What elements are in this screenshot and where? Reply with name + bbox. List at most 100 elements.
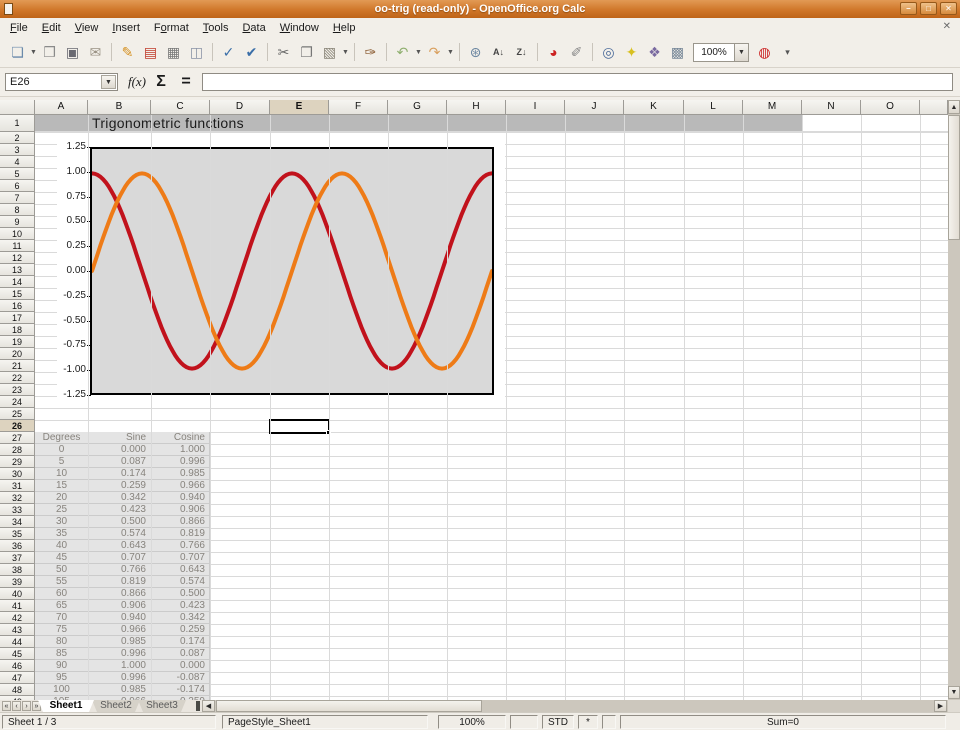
sum-button[interactable]: Σ xyxy=(151,72,171,92)
insert-mode[interactable] xyxy=(510,715,538,729)
menu-help[interactable]: Help xyxy=(326,20,363,36)
row-header-28[interactable]: 28 xyxy=(0,444,35,456)
row-header-3[interactable]: 3 xyxy=(0,144,35,156)
row-header-22[interactable]: 22 xyxy=(0,372,35,384)
row-header-19[interactable]: 19 xyxy=(0,336,35,348)
row-header-43[interactable]: 43 xyxy=(0,624,35,636)
show-draw-functions-icon[interactable]: ✐ xyxy=(565,41,588,64)
chart-object[interactable]: 1.251.000.750.500.250.00-0.25-0.50-0.75-… xyxy=(57,141,505,403)
column-header-G[interactable]: G xyxy=(388,100,447,115)
row-header-23[interactable]: 23 xyxy=(0,384,35,396)
equals-button[interactable]: = xyxy=(176,72,196,92)
menu-file[interactable]: File xyxy=(3,20,35,36)
row-header-9[interactable]: 9 xyxy=(0,216,35,228)
minimize-button[interactable]: – xyxy=(900,2,917,15)
zoom-indicator[interactable]: 100% xyxy=(438,715,506,729)
row-header-7[interactable]: 7 xyxy=(0,192,35,204)
email-document-icon[interactable]: ✉ xyxy=(84,41,107,64)
format-paintbrush-icon[interactable]: ✑ xyxy=(359,41,382,64)
row-header-39[interactable]: 39 xyxy=(0,576,35,588)
menu-tools[interactable]: Tools xyxy=(196,20,236,36)
row-header-26[interactable]: 26 xyxy=(0,420,35,432)
row-header-17[interactable]: 17 xyxy=(0,312,35,324)
column-header-K[interactable]: K xyxy=(624,100,684,115)
previous-sheet-icon[interactable]: ‹ xyxy=(12,701,21,711)
find-replace-icon[interactable]: ◎ xyxy=(597,41,620,64)
paste-dropdown-icon[interactable]: ▼ xyxy=(341,41,350,64)
scroll-down-icon[interactable]: ▼ xyxy=(948,686,960,699)
horizontal-scrollbar[interactable]: ◀ ▶ xyxy=(202,700,948,712)
row-header-48[interactable]: 48 xyxy=(0,684,35,696)
menu-edit[interactable]: Edit xyxy=(35,20,68,36)
sum-indicator[interactable]: Sum=0 xyxy=(620,715,946,729)
column-header-I[interactable]: I xyxy=(506,100,565,115)
data-table[interactable]: DegreesSineCosine00.0001.00050.0870.9961… xyxy=(35,432,210,700)
row-header-31[interactable]: 31 xyxy=(0,480,35,492)
row-header-13[interactable]: 13 xyxy=(0,264,35,276)
column-header-partial[interactable] xyxy=(920,100,948,115)
row-header-21[interactable]: 21 xyxy=(0,360,35,372)
toolbar-overflow-icon[interactable]: ▾ xyxy=(776,41,799,64)
new-document-dropdown-icon[interactable]: ▼ xyxy=(29,41,38,64)
column-header-E[interactable]: E xyxy=(270,100,329,115)
data-sources-icon[interactable]: ▩ xyxy=(666,41,689,64)
row-header-15[interactable]: 15 xyxy=(0,288,35,300)
column-header-J[interactable]: J xyxy=(565,100,624,115)
edit-file-icon[interactable]: ✎ xyxy=(116,41,139,64)
export-pdf-icon[interactable]: ▤ xyxy=(139,41,162,64)
vertical-scrollbar[interactable]: ▲ ▼ xyxy=(948,100,960,712)
sort-ascending-icon[interactable]: A↓ xyxy=(487,41,510,64)
row-header-1[interactable]: 1 xyxy=(0,115,35,132)
row-header-36[interactable]: 36 xyxy=(0,540,35,552)
zoom-select[interactable]: 100%▼ xyxy=(693,43,749,62)
tab-sheet3[interactable]: Sheet3 xyxy=(138,700,186,712)
row-header-42[interactable]: 42 xyxy=(0,612,35,624)
row-header-38[interactable]: 38 xyxy=(0,564,35,576)
row-header-32[interactable]: 32 xyxy=(0,492,35,504)
menu-window[interactable]: Window xyxy=(273,20,326,36)
row-header-8[interactable]: 8 xyxy=(0,204,35,216)
horizontal-split-handle[interactable] xyxy=(196,701,200,711)
maximize-button[interactable]: □ xyxy=(920,2,937,15)
column-header-A[interactable]: A xyxy=(35,100,88,115)
spellcheck-icon[interactable]: ✓ xyxy=(217,41,240,64)
page-preview-icon[interactable]: ◫ xyxy=(185,41,208,64)
row-header-41[interactable]: 41 xyxy=(0,600,35,612)
row-header-29[interactable]: 29 xyxy=(0,456,35,468)
row-header-5[interactable]: 5 xyxy=(0,168,35,180)
sort-descending-icon[interactable]: Z↓ xyxy=(510,41,533,64)
select-all-corner[interactable] xyxy=(0,100,35,115)
navigator-icon[interactable]: ✦ xyxy=(620,41,643,64)
scroll-up-icon[interactable]: ▲ xyxy=(948,100,960,114)
column-header-O[interactable]: O xyxy=(861,100,920,115)
cell-cursor[interactable] xyxy=(269,419,330,434)
copy-icon[interactable]: ❐ xyxy=(295,41,318,64)
selection-mode[interactable]: STD xyxy=(542,715,574,729)
help-icon[interactable]: ◍ xyxy=(753,41,776,64)
close-button[interactable]: ✕ xyxy=(940,2,957,15)
column-header-F[interactable]: F xyxy=(329,100,388,115)
row-header-24[interactable]: 24 xyxy=(0,396,35,408)
function-wizard-button[interactable]: f(x) xyxy=(127,72,147,92)
insert-chart-icon[interactable]: ◕ xyxy=(542,41,565,64)
menu-view[interactable]: View xyxy=(68,20,106,36)
menu-format[interactable]: Format xyxy=(147,20,196,36)
column-header-D[interactable]: D xyxy=(210,100,270,115)
menu-data[interactable]: Data xyxy=(235,20,272,36)
grid-area[interactable]: Trigonometric functions DegreesSineCosin… xyxy=(0,100,948,700)
row-header-46[interactable]: 46 xyxy=(0,660,35,672)
zoom-dropdown-icon[interactable]: ▼ xyxy=(734,44,748,61)
row-header-45[interactable]: 45 xyxy=(0,648,35,660)
cut-icon[interactable]: ✂ xyxy=(272,41,295,64)
row-header-37[interactable]: 37 xyxy=(0,552,35,564)
column-header-M[interactable]: M xyxy=(743,100,802,115)
paste-icon[interactable]: ▧ xyxy=(318,41,341,64)
print-icon[interactable]: ▦ xyxy=(162,41,185,64)
row-header-35[interactable]: 35 xyxy=(0,528,35,540)
next-sheet-icon[interactable]: › xyxy=(22,701,31,711)
scroll-left-icon[interactable]: ◀ xyxy=(202,700,215,712)
row-header-12[interactable]: 12 xyxy=(0,252,35,264)
redo-icon[interactable]: ↷ xyxy=(423,41,446,64)
row-header-33[interactable]: 33 xyxy=(0,504,35,516)
gallery-icon[interactable]: ❖ xyxy=(643,41,666,64)
